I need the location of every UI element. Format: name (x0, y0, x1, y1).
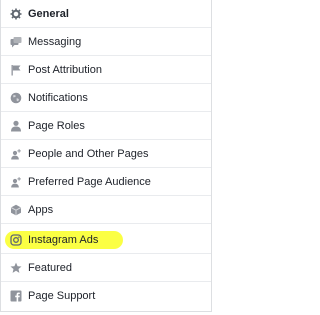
sidebar-item-featured[interactable]: Featured (1, 254, 211, 282)
sidebar-item-label: Messaging (28, 35, 82, 48)
person-add-icon (10, 148, 22, 160)
sidebar-item-general[interactable]: General (1, 0, 211, 28)
sidebar-item-label: Post Attribution (28, 63, 102, 76)
sidebar-item-label: General (28, 7, 69, 20)
person-add-icon (10, 176, 22, 188)
sidebar-item-label: Featured (28, 261, 73, 274)
sidebar-item-instagram-ads[interactable]: Instagram Ads (1, 226, 211, 254)
sidebar-item-label: Notifications (28, 91, 88, 104)
sidebar-item-label: Apps (28, 203, 54, 216)
sidebar-item-apps[interactable]: Apps (1, 196, 211, 224)
facebook-icon (10, 290, 22, 302)
star-icon (10, 262, 22, 274)
sidebar-item-preferred-page-audience[interactable]: Preferred Page Audience (1, 168, 211, 196)
sidebar-item-label: People and Other Pages (28, 147, 149, 160)
sidebar-item-label: Page Roles (28, 119, 85, 132)
apps-cube-icon (10, 204, 22, 216)
sidebar-item-label: Page Support (28, 290, 96, 302)
globe-icon (10, 92, 22, 104)
sidebar-item-label: Preferred Page Audience (28, 175, 151, 188)
person-icon (10, 120, 22, 132)
sidebar-item-messaging[interactable]: Messaging (1, 28, 211, 56)
sidebar-item-post-attribution[interactable]: Post Attribution (1, 56, 211, 84)
sidebar-item-people-and-other-pages[interactable]: People and Other Pages (1, 140, 211, 168)
settings-sidebar: General Messaging Post Attribution Notif… (0, 0, 212, 312)
sidebar-item-notifications[interactable]: Notifications (1, 84, 211, 112)
messaging-icon (10, 36, 22, 48)
instagram-icon (10, 233, 22, 246)
gear-icon (10, 8, 22, 20)
flag-icon (10, 64, 22, 76)
sidebar-item-label: Instagram Ads (28, 233, 99, 246)
sidebar-item-page-support[interactable]: Page Support (1, 282, 211, 310)
sidebar-item-page-roles[interactable]: Page Roles (1, 112, 211, 140)
